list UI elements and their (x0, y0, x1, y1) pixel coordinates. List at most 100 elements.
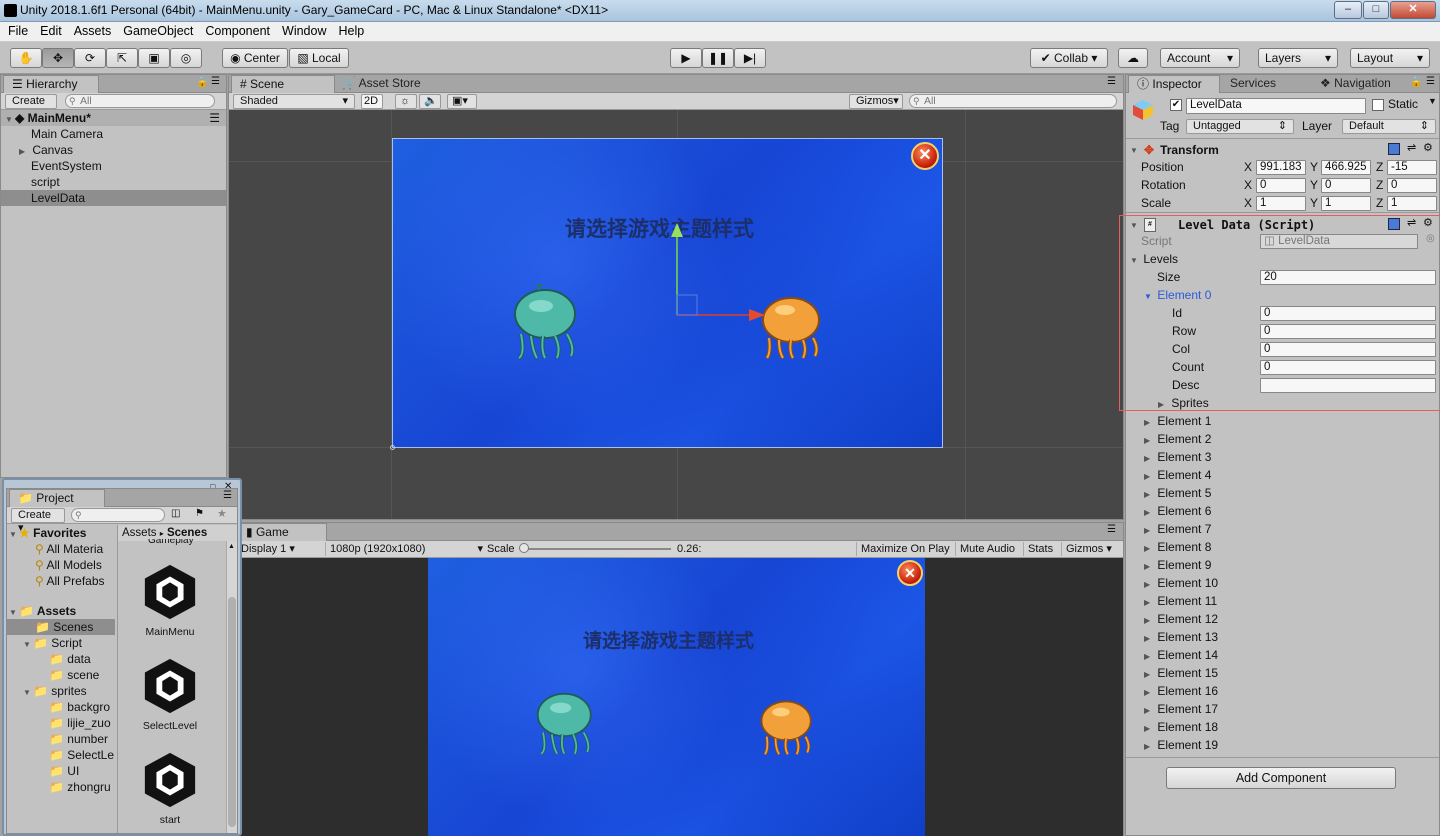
element-10-foldout[interactable]: ▶ Element 10 (1144, 574, 1424, 592)
tab-project[interactable]: 📁 Project (9, 489, 105, 507)
pivot-center-button[interactable]: ◉ Center (222, 48, 288, 68)
folder-zhongru[interactable]: 📁 zhongru (7, 779, 115, 795)
element-9-foldout[interactable]: ▶ Element 9 (1144, 556, 1424, 574)
scene-root-mainmenu[interactable]: ▼ ◆ MainMenu* ☰ (1, 110, 226, 126)
id-field[interactable]: 0 (1260, 306, 1436, 321)
rotate-tool-button[interactable]: ⟳ (74, 48, 106, 68)
favorite-star-icon[interactable]: ★ (217, 507, 227, 520)
stats-toggle[interactable]: Stats (1023, 542, 1057, 556)
element-7-foldout[interactable]: ▶ Element 7 (1144, 520, 1424, 538)
scale-slider-thumb[interactable] (519, 543, 529, 553)
tab-scene[interactable]: # Scene (231, 75, 335, 93)
display-dropdown[interactable]: Display 1 ▾ (241, 542, 315, 556)
layout-dropdown[interactable]: Layout ▾ (1350, 48, 1430, 68)
menu-file[interactable]: File (2, 22, 34, 41)
scroll-up-icon[interactable]: ▲ (228, 543, 235, 550)
menu-gameobject[interactable]: GameObject (117, 22, 199, 41)
preset-icon[interactable]: ⇌ (1407, 141, 1416, 154)
sprites-foldout[interactable]: ▶ Sprites (1158, 394, 1209, 414)
asset-selectlevel[interactable]: SelectLevel (140, 657, 200, 732)
play-button[interactable]: ▶ (670, 48, 702, 68)
move-tool-button[interactable]: ✥ (42, 48, 74, 68)
scene-menu-icon[interactable]: ☰ (209, 110, 220, 126)
tab-inspector[interactable]: ⓘ Inspector (1128, 75, 1220, 93)
menu-edit[interactable]: Edit (34, 22, 68, 41)
scale-slider-track[interactable] (521, 548, 671, 550)
green-jellyfish-sprite[interactable] (536, 688, 596, 756)
project-create-dropdown[interactable]: Create ▾ (11, 508, 65, 534)
panel-menu-icon[interactable]: ☰ (1426, 76, 1435, 87)
tab-services[interactable]: Services (1222, 75, 1302, 93)
transform-tool-button[interactable]: ◎ (170, 48, 202, 68)
fav-all-materials[interactable]: ⚲ All Materia (7, 541, 115, 557)
hierarchy-item-eventsystem[interactable]: EventSystem (1, 158, 226, 174)
element-13-foldout[interactable]: ▶ Element 13 (1144, 628, 1424, 646)
game-gizmos-dropdown[interactable]: Gizmos ▾ (1061, 542, 1116, 556)
scene-gizmos-dropdown[interactable]: Gizmos▾ (849, 94, 903, 109)
folder-script[interactable]: ▼ 📁 Script (7, 635, 115, 651)
element-12-foldout[interactable]: ▶ Element 12 (1144, 610, 1424, 628)
effects-dropdown[interactable]: ▣▾ (447, 94, 477, 109)
fav-all-models[interactable]: ⚲ All Models (7, 557, 115, 573)
hierarchy-create-dropdown[interactable]: Create ▾ (5, 94, 57, 120)
gear-icon[interactable]: ⚙ (1423, 141, 1433, 154)
active-checkbox[interactable]: ✔ (1170, 99, 1182, 111)
static-checkbox[interactable] (1372, 99, 1384, 111)
gear-icon[interactable]: ⚙ (1423, 216, 1433, 229)
size-field[interactable]: 20 (1260, 270, 1436, 285)
element-19-foldout[interactable]: ▶ Element 19 (1144, 736, 1424, 754)
game-viewport[interactable]: 请选择游戏主题样式 ✕ (229, 558, 1123, 836)
layers-dropdown[interactable]: Layers ▾ (1258, 48, 1338, 68)
game-canvas[interactable]: 请选择游戏主题样式 ✕ (428, 558, 925, 836)
scale-tool-button[interactable]: ⇱ (106, 48, 138, 68)
cloud-button[interactable]: ☁ (1118, 48, 1148, 68)
asset-start[interactable]: start (140, 751, 200, 826)
scale-y-field[interactable]: 1 (1321, 196, 1371, 211)
element-3-foldout[interactable]: ▶ Element 3 (1144, 448, 1424, 466)
rotation-z-field[interactable]: 0 (1387, 178, 1437, 193)
count-field[interactable]: 0 (1260, 360, 1436, 375)
element-8-foldout[interactable]: ▶ Element 8 (1144, 538, 1424, 556)
desc-field[interactable] (1260, 378, 1436, 393)
hierarchy-search-input[interactable]: ⚲ All (65, 94, 215, 108)
panel-menu-icon[interactable]: ☰ (211, 76, 220, 87)
shading-mode-dropdown[interactable]: Shaded ▾ (233, 94, 355, 109)
filter-type-icon[interactable]: ◫ (171, 508, 180, 519)
tab-navigation[interactable]: ❖ Navigation (1312, 75, 1412, 93)
element-11-foldout[interactable]: ▶ Element 11 (1144, 592, 1424, 610)
folder-data[interactable]: 📁 data (7, 651, 115, 667)
toggle-2d-button[interactable]: 2D (361, 94, 383, 109)
scene-close-icon[interactable]: ✕ (911, 142, 939, 170)
scene-canvas-background[interactable]: 请选择游戏主题样式 ✕ (390, 138, 943, 450)
scrollbar-thumb[interactable] (228, 597, 236, 827)
move-gizmo[interactable] (669, 221, 769, 321)
menu-component[interactable]: Component (199, 22, 276, 41)
audio-toggle[interactable]: 🔈 (419, 94, 441, 109)
hand-tool-button[interactable]: ✋ (10, 48, 42, 68)
tag-dropdown[interactable]: Untagged ⇕ (1186, 119, 1294, 134)
lock-icon[interactable]: 🔒 (196, 77, 208, 88)
hierarchy-item-canvas[interactable]: ▶ Canvas (1, 142, 226, 158)
fav-all-prefabs[interactable]: ⚲ All Prefabs (7, 573, 115, 589)
close-window-button[interactable]: ✕ (1390, 1, 1436, 19)
menu-window[interactable]: Window (276, 22, 332, 41)
folder-lijie-zuo[interactable]: 📁 lijie_zuo (7, 715, 115, 731)
menu-help[interactable]: Help (332, 22, 370, 41)
lock-icon[interactable]: 🔒 (1410, 77, 1422, 88)
folder-scenes[interactable]: 📁 Scenes (7, 619, 115, 635)
hierarchy-item-script[interactable]: script (1, 174, 226, 190)
hierarchy-item-leveldata[interactable]: LevelData (1, 190, 226, 206)
element-15-foldout[interactable]: ▶ Element 15 (1144, 664, 1424, 682)
element-5-foldout[interactable]: ▶ Element 5 (1144, 484, 1424, 502)
minimize-button[interactable]: – (1334, 1, 1362, 19)
row-field[interactable]: 0 (1260, 324, 1436, 339)
folder-sprites[interactable]: ▼ 📁 sprites (7, 683, 115, 699)
space-local-button[interactable]: ▧ Local (289, 48, 349, 68)
transform-header[interactable]: ▼ ✥ Transform (1130, 141, 1219, 159)
mute-audio-toggle[interactable]: Mute Audio (955, 542, 1019, 556)
element-4-foldout[interactable]: ▶ Element 4 (1144, 466, 1424, 484)
hierarchy-item-main-camera[interactable]: Main Camera (1, 126, 226, 142)
tab-hierarchy[interactable]: ☰ Hierarchy (3, 75, 99, 93)
scene-search-input[interactable]: ⚲ All (909, 94, 1117, 108)
position-x-field[interactable]: 991.183 (1256, 160, 1306, 175)
